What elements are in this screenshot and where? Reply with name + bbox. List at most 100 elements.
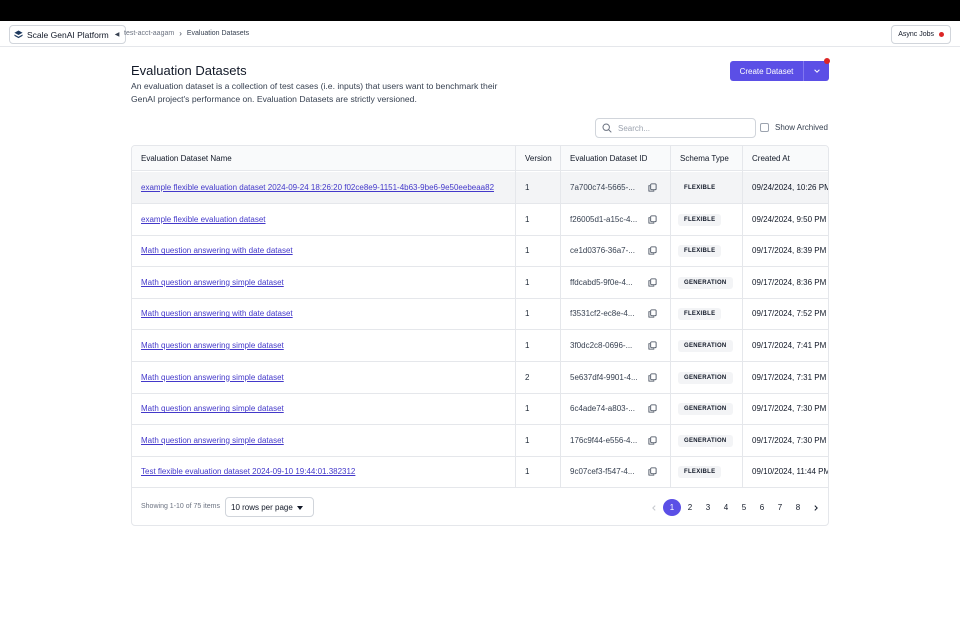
table-row[interactable]: Math question answering simple dataset 1 f… (132, 267, 828, 299)
dataset-name-link[interactable]: Math question answering simple dataset (141, 373, 284, 382)
dataset-name-link[interactable]: example flexible evaluation dataset 2024… (141, 183, 494, 192)
page-button[interactable]: 6 (753, 499, 771, 516)
top-black-bar (0, 0, 960, 21)
dataset-name-link[interactable]: Math question answering simple dataset (141, 436, 284, 445)
next-page-button[interactable] (807, 499, 825, 516)
page-button[interactable]: 8 (789, 499, 807, 516)
copy-icon[interactable] (648, 436, 657, 445)
copy-icon[interactable] (648, 341, 657, 350)
table-row[interactable]: example flexible evaluation dataset 2024… (132, 172, 828, 204)
search-input[interactable] (618, 123, 743, 133)
dataset-name-link[interactable]: Math question answering with date datase… (141, 309, 293, 318)
rows-per-page-select[interactable]: 10 rows per page (225, 497, 314, 517)
created-at-cell: 09/17/2024, 7:41 PM (752, 341, 827, 350)
schema-type-badge: FLEXIBLE (678, 308, 722, 321)
pagination: 12345678 (645, 499, 825, 516)
dataset-name-link[interactable]: Math question answering simple dataset (141, 278, 284, 287)
version-cell: 1 (525, 183, 530, 192)
table-row[interactable]: Test flexible evaluation dataset 2024-09… (132, 456, 828, 489)
table-row[interactable]: Math question answering simple dataset 1 1… (132, 425, 828, 457)
copy-icon[interactable] (648, 215, 657, 224)
col-header-version[interactable]: Version (516, 146, 552, 171)
copy-icon[interactable] (648, 373, 657, 382)
version-cell: 1 (525, 309, 530, 319)
breadcrumb-current: Evaluation Datasets (186, 30, 250, 37)
prev-page-button[interactable] (645, 499, 663, 516)
created-at-cell: 09/17/2024, 7:30 PM (752, 404, 827, 414)
page-description: An evaluation dataset is a collection of… (131, 81, 498, 104)
created-at-cell: 09/17/2024, 7:31 PM (752, 372, 827, 382)
table-footer: Showing 1-10 of 75 items 10 rows per pag… (132, 488, 828, 525)
copy-icon[interactable] (648, 183, 657, 192)
version-cell: 1 (525, 404, 530, 414)
search-box[interactable] (595, 118, 756, 138)
schema-type-badge: FLEXIBLE (678, 466, 722, 479)
col-header-id[interactable]: Evaluation Dataset ID (561, 146, 647, 171)
dataset-id-cell: ce1d0376-36a7-... (570, 246, 635, 256)
caret-down-icon (297, 506, 303, 510)
table-row[interactable]: Math question answering with date datase… (132, 298, 828, 331)
async-jobs-button[interactable]: Async Jobs (891, 25, 951, 44)
table-row[interactable]: Math question answering simple dataset 1 6… (132, 393, 828, 426)
dataset-id-cell: f26005d1-a15c-4... (570, 214, 638, 224)
column-divider (742, 146, 743, 488)
table-row[interactable]: Math question answering simple dataset 2 5… (132, 362, 828, 394)
version-cell: 1 (525, 435, 530, 445)
dataset-name-cell: Math question answering simple dataset (132, 362, 515, 393)
datasets-table: Evaluation Dataset Name Version Evaluati… (131, 145, 829, 526)
dataset-name-cell: Test flexible evaluation dataset 2024-09… (132, 456, 515, 487)
copy-icon[interactable] (648, 246, 657, 255)
table-row[interactable]: example flexible evaluation dataset 1 f260… (132, 204, 828, 236)
search-icon (602, 123, 612, 133)
caret-left-icon: ◀ (114, 32, 120, 38)
col-header-created[interactable]: Created At (743, 146, 790, 171)
page-title: Evaluation Datasets (131, 63, 247, 78)
dataset-name-link[interactable]: example flexible evaluation dataset (141, 215, 266, 224)
copy-icon[interactable] (648, 467, 657, 476)
breadcrumb-account[interactable]: test-acct-aagam (124, 30, 174, 37)
page-button[interactable]: 2 (681, 499, 699, 516)
copy-icon[interactable] (648, 278, 657, 287)
version-cell: 1 (525, 341, 530, 350)
create-dataset-dropdown[interactable] (803, 61, 829, 81)
column-divider (515, 146, 516, 488)
chevron-right-icon (814, 504, 818, 511)
copy-icon[interactable] (648, 404, 657, 413)
dataset-id-cell: 5e637df4-9901-4... (570, 372, 638, 382)
dataset-id-cell: 3f0dc2c8-0696-... (570, 341, 633, 350)
show-archived-checkbox[interactable] (760, 123, 769, 132)
breadcrumb: test-acct-aagam › Evaluation Datasets (124, 29, 249, 38)
version-cell: 1 (525, 467, 530, 477)
brand-name: Scale GenAI Platform (27, 29, 109, 40)
created-at-cell: 09/24/2024, 9:50 PM (752, 214, 827, 224)
dataset-name-link[interactable]: Math question answering simple dataset (141, 404, 284, 413)
schema-type-badge: GENERATION (678, 340, 733, 352)
chevron-down-icon (813, 69, 820, 73)
page-button[interactable]: 5 (735, 499, 753, 516)
dataset-name-link[interactable]: Test flexible evaluation dataset 2024-09… (141, 467, 355, 476)
col-header-schema[interactable]: Schema Type (671, 146, 729, 171)
page-button[interactable]: 3 (699, 499, 717, 516)
schema-type-badge: FLEXIBLE (678, 245, 722, 258)
dataset-name-cell: example flexible evaluation dataset (132, 204, 515, 235)
schema-type-badge: GENERATION (678, 434, 733, 447)
dataset-name-link[interactable]: Math question answering with date datase… (141, 246, 293, 255)
copy-icon[interactable] (648, 309, 657, 318)
brand-switcher[interactable]: Scale GenAI Platform ◀ (9, 25, 127, 44)
notification-dot (824, 58, 830, 64)
page-button[interactable]: 1 (663, 499, 681, 516)
dataset-name-cell: Math question answering simple dataset (132, 425, 515, 456)
page-button[interactable]: 4 (717, 499, 735, 516)
show-archived-toggle[interactable]: Show Archived (760, 123, 828, 132)
created-at-cell: 09/17/2024, 7:30 PM (752, 435, 827, 445)
schema-type-badge: FLEXIBLE (678, 182, 722, 194)
table-row[interactable]: Math question answering simple dataset 1 3… (132, 330, 828, 362)
rows-per-page-value: 10 rows per page (231, 502, 293, 512)
col-header-name[interactable]: Evaluation Dataset Name (132, 146, 232, 171)
page-button[interactable]: 7 (771, 499, 789, 516)
table-row[interactable]: Math question answering with date datase… (132, 235, 828, 268)
create-dataset-button[interactable]: Create Dataset (730, 61, 803, 81)
dataset-name-link[interactable]: Math question answering simple dataset (141, 341, 284, 350)
dataset-name-cell: example flexible evaluation dataset 2024… (132, 172, 515, 203)
created-at-cell: 09/17/2024, 8:39 PM (752, 246, 827, 256)
